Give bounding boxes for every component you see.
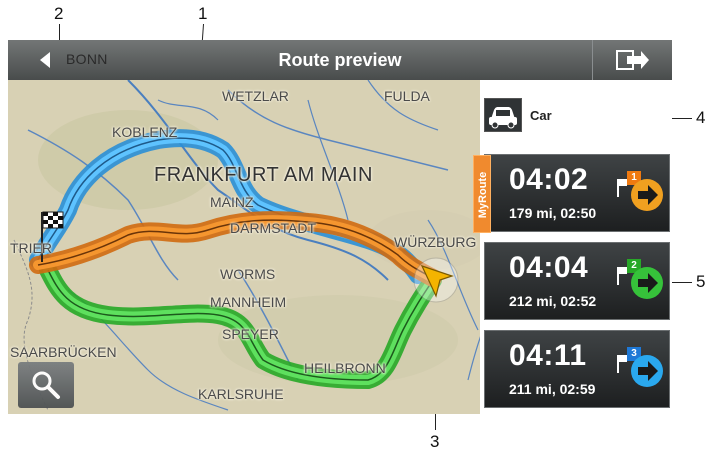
callout-2: 2	[54, 4, 64, 23]
route-arrival-time: 04:02	[509, 163, 589, 196]
callout-3: 3	[430, 432, 440, 451]
city-label: HEILBRONN	[304, 360, 386, 376]
city-label: TRIER	[10, 240, 52, 256]
city-label: MANNHEIM	[210, 294, 287, 310]
callout-1: 1	[198, 4, 208, 23]
city-label: WETZLAR	[222, 88, 289, 104]
vehicle-selector[interactable]: Car	[480, 94, 672, 138]
route-arrow-icon	[631, 267, 663, 299]
city-label: MAINZ	[210, 194, 254, 210]
city-label: SPEYER	[222, 326, 279, 342]
route-distance-duration: 179 mi, 02:50	[509, 205, 597, 221]
back-arrow-icon	[40, 52, 50, 68]
route-option-1[interactable]: MyRoute 04:02 179 mi, 02:50 1	[473, 154, 670, 233]
vehicle-icon-box	[484, 98, 522, 132]
route-option-2[interactable]: 04:04 212 mi, 02:52 2	[484, 242, 670, 320]
city-label: WORMS	[220, 266, 276, 282]
city-label: KARLSRUHE	[198, 386, 284, 402]
exit-icon	[616, 50, 649, 70]
city-label: FULDA	[384, 88, 430, 104]
back-button[interactable]: BONN	[8, 40, 126, 80]
callout-4: 4	[696, 108, 706, 127]
route-options-panel: Car MyRoute 04:02 179 mi, 02:50 1 04:04 …	[473, 80, 672, 414]
vehicle-label: Car	[530, 108, 552, 123]
current-position-icon	[413, 257, 459, 303]
city-label: SAARBRÜCKEN	[10, 344, 117, 360]
city-label: WÜRZBURG	[394, 234, 477, 250]
city-label: KOBLENZ	[112, 124, 178, 140]
navigation-screen: WETZLAR FULDA KOBLENZ FRANKFURT AM MAIN …	[8, 40, 672, 414]
city-label: FRANKFURT AM MAIN	[154, 164, 373, 186]
magnifier-icon	[32, 371, 60, 399]
route-arrival-time: 04:11	[509, 339, 587, 372]
route-arrow-icon	[631, 355, 663, 387]
city-label: DARMSTADT	[230, 220, 317, 236]
search-button[interactable]	[18, 362, 74, 408]
callout-5: 5	[696, 272, 706, 291]
back-button-label: BONN	[66, 51, 108, 67]
myroute-label: MyRoute	[477, 171, 489, 219]
myroute-tag: MyRoute	[473, 155, 491, 233]
route-arrow-icon	[631, 179, 663, 211]
car-icon	[489, 107, 517, 129]
route-distance-duration: 212 mi, 02:52	[509, 293, 597, 309]
exit-button[interactable]	[592, 40, 672, 80]
route-option-3[interactable]: 04:11 211 mi, 02:59 3	[484, 330, 670, 408]
route-arrival-time: 04:04	[509, 251, 589, 284]
route-distance-duration: 211 mi, 02:59	[509, 381, 596, 397]
